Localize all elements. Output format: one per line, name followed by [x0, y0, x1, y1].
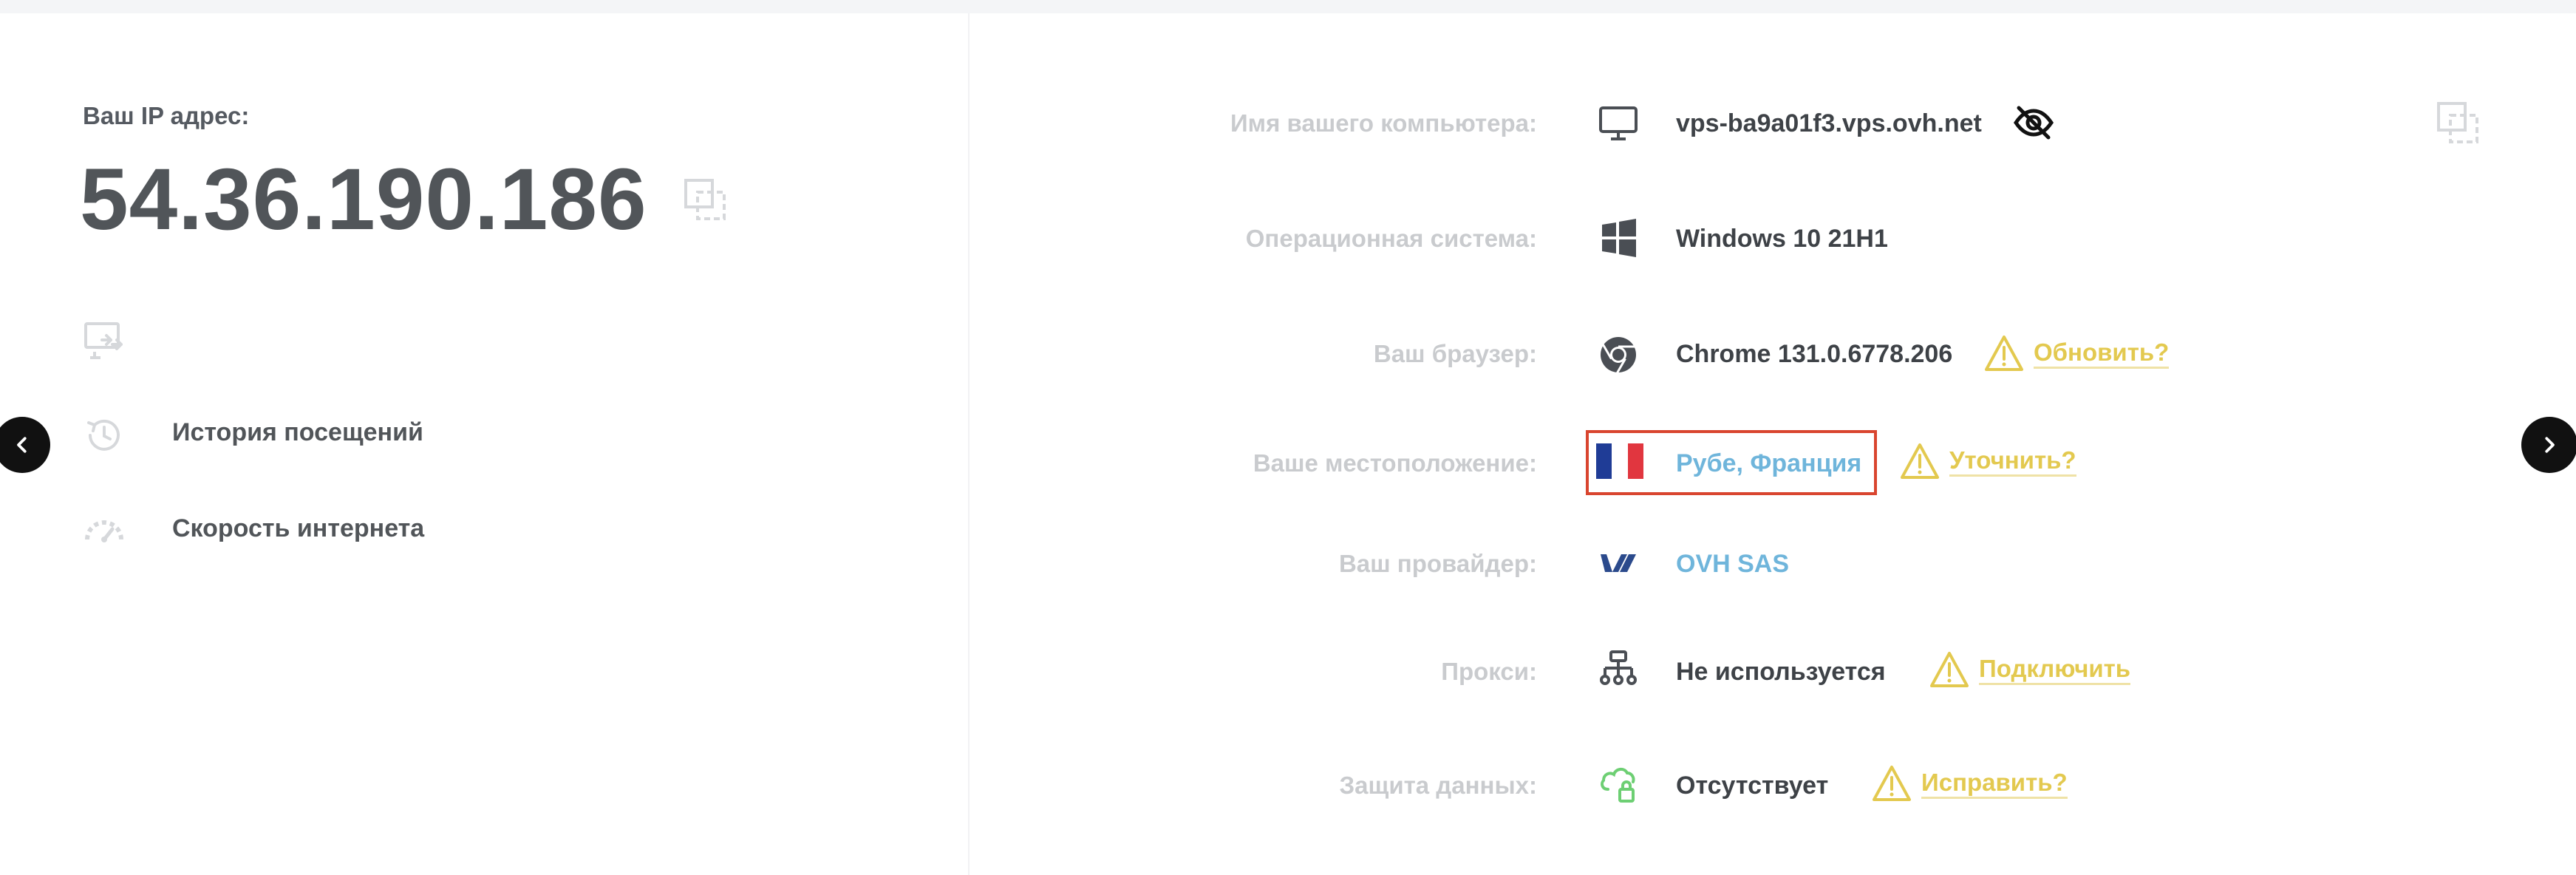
- provider-label: Ваш провайдер:: [1338, 550, 1537, 577]
- history-link[interactable]: История посещений: [172, 418, 423, 447]
- ip-label: Ваш IP адрес:: [83, 102, 250, 129]
- top-bar: [0, 0, 2576, 13]
- monitor-icon: [1596, 101, 1640, 145]
- proxy-value: Не используется: [1676, 658, 1886, 686]
- os-label: Операционная система:: [1245, 225, 1537, 252]
- chevron-left-icon: [17, 437, 27, 453]
- speed-test-link[interactable]: Скорость интернета: [172, 514, 424, 543]
- warning-icon: [1930, 652, 1969, 687]
- warning-icon: [1901, 443, 1939, 479]
- network-icon: [1596, 647, 1640, 692]
- computer-name-label: Имя вашего компьютера:: [1230, 109, 1537, 137]
- browser-value: Chrome 131.0.6778.206: [1676, 340, 1953, 368]
- provider-value[interactable]: OVH SAS: [1676, 550, 1789, 579]
- update-browser-link[interactable]: Обновить?: [2034, 338, 2170, 369]
- protection-label: Защита данных:: [1339, 772, 1537, 799]
- prev-arrow-button[interactable]: [0, 417, 50, 473]
- chrome-icon: [1596, 333, 1640, 377]
- computer-name-value: vps-ba9a01f3.vps.ovh.net: [1676, 109, 1982, 137]
- location-warning: Уточнить?: [1899, 442, 2076, 480]
- ovh-logo-icon: [1596, 541, 1640, 585]
- windows-icon: [1596, 216, 1640, 260]
- os-value: Windows 10 21H1: [1676, 225, 1888, 253]
- cloud-lock-icon: [1596, 761, 1640, 806]
- connect-proxy-link[interactable]: Подключить: [1979, 655, 2131, 685]
- browser-label: Ваш браузер:: [1373, 340, 1537, 367]
- browser-warning: Обновить?: [1983, 334, 2170, 372]
- ip-address: 54.36.190.186: [80, 151, 647, 248]
- warning-icon: [1873, 766, 1911, 801]
- copy-info-button[interactable]: [2434, 99, 2481, 146]
- eye-off-icon: [2013, 106, 2054, 140]
- hide-toggle-button[interactable]: [2011, 101, 2056, 145]
- speedometer-icon: [83, 510, 126, 553]
- history-icon: [83, 414, 126, 457]
- fix-protection-link[interactable]: Исправить?: [1921, 769, 2068, 799]
- copy-icon: [2437, 102, 2478, 143]
- refine-location-link[interactable]: Уточнить?: [1949, 446, 2076, 477]
- next-arrow-button[interactable]: [2521, 417, 2576, 473]
- location-label: Ваше местоположение:: [1253, 449, 1537, 477]
- chevron-right-icon: [2545, 437, 2555, 453]
- ip-change-button[interactable]: [83, 319, 126, 362]
- proxy-label: Прокси:: [1441, 658, 1537, 685]
- france-flag-icon: [1596, 443, 1643, 479]
- protection-warning: Исправить?: [1871, 764, 2068, 803]
- warning-icon: [1985, 336, 2023, 371]
- copy-ip-button[interactable]: [681, 176, 729, 223]
- protection-value: Отсутствует: [1676, 772, 1829, 800]
- location-value[interactable]: Рубе, Франция: [1676, 449, 1861, 478]
- proxy-warning: Подключить: [1929, 650, 2131, 689]
- screen-share-icon: [84, 322, 123, 359]
- copy-icon: [684, 179, 726, 220]
- panel-divider: [968, 13, 970, 875]
